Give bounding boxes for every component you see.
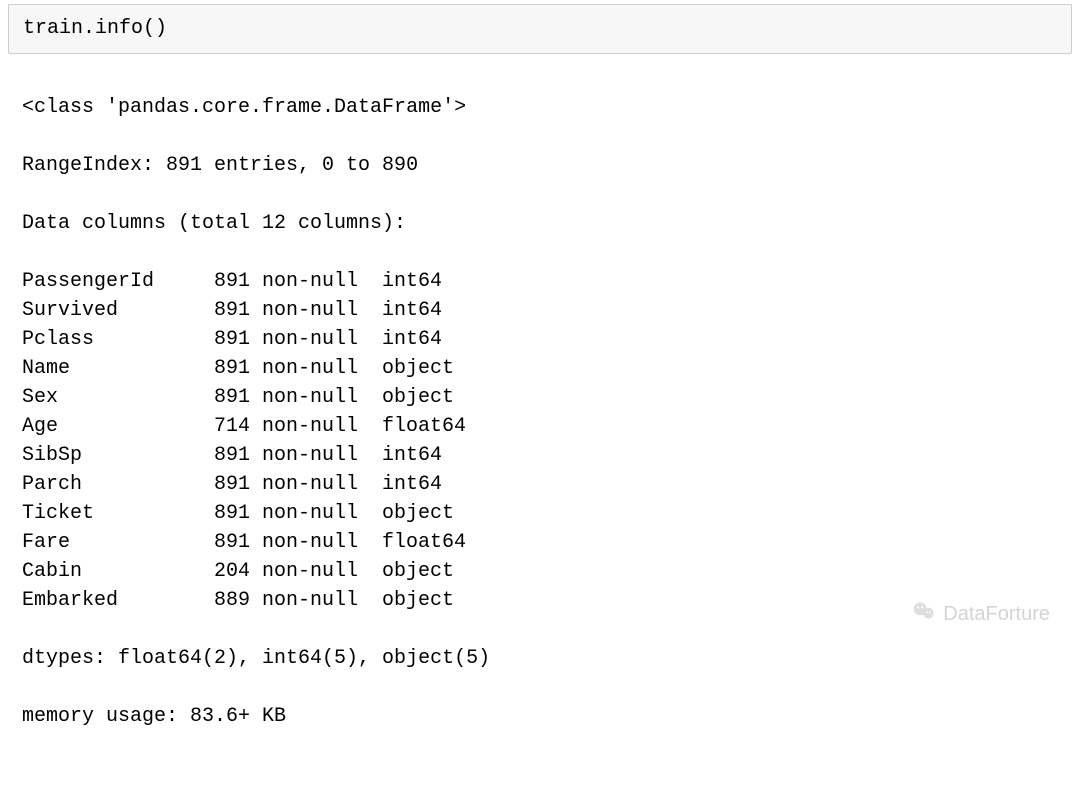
column-count: 889 (202, 586, 250, 615)
column-count: 891 (202, 267, 250, 296)
column-nonnull: non-null (262, 557, 382, 586)
column-name: Pclass (22, 325, 202, 354)
column-dtype: float64 (382, 412, 466, 441)
column-row: Name891 non-nullobject (22, 354, 1058, 383)
column-count: 891 (202, 528, 250, 557)
column-nonnull: non-null (262, 441, 382, 470)
column-row: Pclass891 non-nullint64 (22, 325, 1058, 354)
column-nonnull: non-null (262, 354, 382, 383)
column-nonnull: non-null (262, 586, 382, 615)
column-name: Sex (22, 383, 202, 412)
column-dtype: int64 (382, 296, 442, 325)
column-nonnull: non-null (262, 528, 382, 557)
watermark-text: DataForture (943, 603, 1050, 626)
column-count: 714 (202, 412, 250, 441)
column-row: Cabin204 non-nullobject (22, 557, 1058, 586)
column-name: Cabin (22, 557, 202, 586)
column-row: Fare891 non-nullfloat64 (22, 528, 1058, 557)
column-name: Survived (22, 296, 202, 325)
column-count: 891 (202, 325, 250, 354)
column-dtype: int64 (382, 325, 442, 354)
column-nonnull: non-null (262, 325, 382, 354)
column-count: 891 (202, 383, 250, 412)
column-nonnull: non-null (262, 383, 382, 412)
column-count: 891 (202, 296, 250, 325)
wechat-icon (911, 598, 937, 630)
output-columns-header: Data columns (total 12 columns): (22, 209, 1058, 238)
column-row: SibSp891 non-nullint64 (22, 441, 1058, 470)
code-input-cell[interactable]: train.info() (8, 4, 1072, 54)
column-name: PassengerId (22, 267, 202, 296)
column-dtype: object (382, 499, 454, 528)
column-count: 891 (202, 499, 250, 528)
column-dtype: int64 (382, 470, 442, 499)
column-name: Age (22, 412, 202, 441)
column-count: 891 (202, 441, 250, 470)
column-name: Ticket (22, 499, 202, 528)
column-nonnull: non-null (262, 267, 382, 296)
column-count: 891 (202, 354, 250, 383)
column-row: Parch891 non-nullint64 (22, 470, 1058, 499)
column-dtype: object (382, 383, 454, 412)
column-nonnull: non-null (262, 296, 382, 325)
column-dtype: object (382, 354, 454, 383)
column-dtype: object (382, 557, 454, 586)
column-name: Embarked (22, 586, 202, 615)
watermark: DataForture (911, 598, 1050, 630)
column-name: SibSp (22, 441, 202, 470)
column-name: Fare (22, 528, 202, 557)
column-row: Survived891 non-nullint64 (22, 296, 1058, 325)
column-nonnull: non-null (262, 499, 382, 528)
output-class-line: <class 'pandas.core.frame.DataFrame'> (22, 93, 1058, 122)
column-dtype: float64 (382, 528, 466, 557)
column-name: Name (22, 354, 202, 383)
column-dtype: int64 (382, 441, 442, 470)
column-dtype: object (382, 586, 454, 615)
code-output: <class 'pandas.core.frame.DataFrame'> Ra… (8, 54, 1072, 789)
column-row: Ticket891 non-nullobject (22, 499, 1058, 528)
notebook-cell: train.info() <class 'pandas.core.frame.D… (0, 0, 1080, 789)
column-row: Sex891 non-nullobject (22, 383, 1058, 412)
column-nonnull: non-null (262, 412, 382, 441)
output-dtypes-line: dtypes: float64(2), int64(5), object(5) (22, 644, 1058, 673)
output-columns-list: PassengerId891 non-nullint64Survived891 … (22, 267, 1058, 615)
code-text: train.info() (23, 17, 167, 40)
column-row: Embarked889 non-nullobject (22, 586, 1058, 615)
output-memory-line: memory usage: 83.6+ KB (22, 702, 1058, 731)
column-row: PassengerId891 non-nullint64 (22, 267, 1058, 296)
column-dtype: int64 (382, 267, 442, 296)
column-count: 204 (202, 557, 250, 586)
column-row: Age714 non-nullfloat64 (22, 412, 1058, 441)
column-nonnull: non-null (262, 470, 382, 499)
column-count: 891 (202, 470, 250, 499)
output-rangeindex-line: RangeIndex: 891 entries, 0 to 890 (22, 151, 1058, 180)
column-name: Parch (22, 470, 202, 499)
